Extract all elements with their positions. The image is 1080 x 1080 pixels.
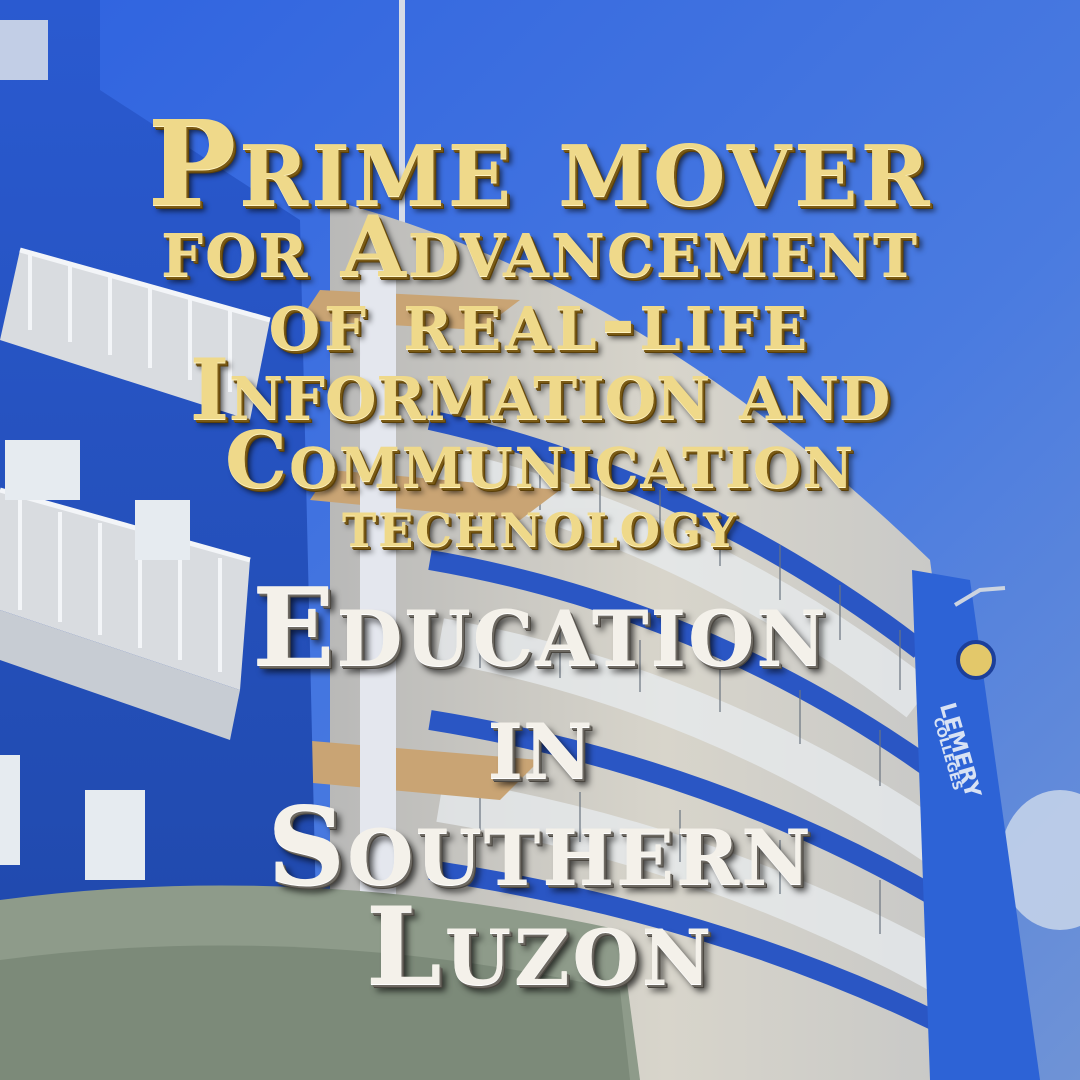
- headline-line-8: in: [487, 678, 593, 804]
- headline-line-10: Luzon: [365, 884, 715, 1010]
- headline-line-6: technology: [341, 484, 739, 562]
- headline-line-7: Education: [252, 565, 828, 691]
- poster: LEMERY COLLEGES Prime mover for Advancem…: [0, 0, 1080, 1080]
